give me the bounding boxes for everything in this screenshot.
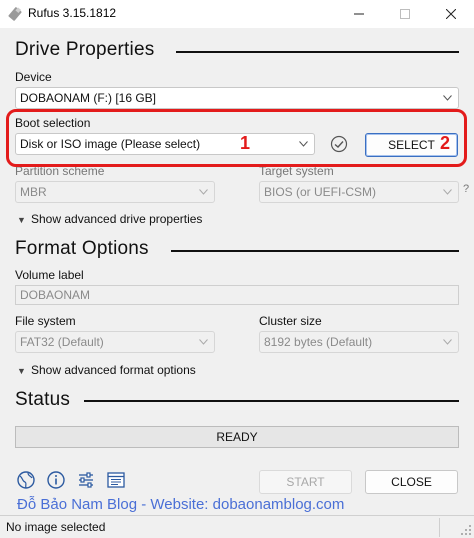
advanced-drive-properties-label: Show advanced drive properties [31,212,203,226]
close-icon [446,9,456,19]
minimize-button[interactable] [336,0,382,28]
volume-label-label: Volume label [15,268,84,282]
chevron-down-icon: ▼ [17,215,26,225]
info-icon[interactable] [46,470,66,490]
log-icon[interactable] [106,470,126,490]
advanced-drive-properties-toggle[interactable]: ▼ Show advanced drive properties [17,212,202,226]
cluster-size-dropdown[interactable]: 8192 bytes (Default) [259,331,459,353]
volume-label-field[interactable]: DOBAONAM [15,285,459,305]
cluster-size-value: 8192 bytes (Default) [264,335,373,349]
partition-scheme-dropdown[interactable]: MBR [15,181,215,203]
device-value: DOBAONAM (F:) [16 GB] [20,91,157,105]
close-button[interactable]: CLOSE [365,470,458,494]
watermark-text: Đỗ Bảo Nam Blog - Website: dobaonamblog.… [17,496,345,513]
status-progress-bar: READY [15,426,459,448]
device-label: Device [15,70,52,84]
advanced-format-options-label: Show advanced format options [31,363,196,377]
target-system-value: BIOS (or UEFI-CSM) [264,185,377,199]
format-options-heading: Format Options [15,238,149,259]
title-bar: Rufus 3.15.1812 [0,0,474,28]
partition-scheme-value: MBR [20,185,47,199]
chevron-down-icon [199,339,208,345]
chevron-down-icon [199,189,208,195]
drive-properties-heading: Drive Properties [15,39,155,60]
section-divider [171,250,459,252]
status-bar-text: No image selected [6,520,106,534]
device-dropdown[interactable]: DOBAONAM (F:) [16 GB] [15,87,459,109]
status-heading: Status [15,389,71,410]
settings-sliders-icon[interactable] [76,470,96,490]
section-divider [176,51,459,53]
target-system-help[interactable]: ? [463,183,469,195]
minimize-icon [354,13,364,15]
status-bar: No image selected [0,515,474,538]
window-title: Rufus 3.15.1812 [28,6,117,20]
target-system-dropdown[interactable]: BIOS (or UEFI-CSM) [259,181,459,203]
file-system-value: FAT32 (Default) [20,335,104,349]
close-window-button[interactable] [428,0,474,28]
annotation-marker-2: 2 [440,133,451,153]
cluster-size-label: Cluster size [259,314,322,328]
maximize-icon [400,9,410,19]
chevron-down-icon [443,95,452,101]
maximize-button[interactable] [382,0,428,28]
section-divider [84,400,459,402]
start-button[interactable]: START [259,470,352,494]
usb-drive-icon [8,7,22,21]
advanced-format-options-toggle[interactable]: ▼ Show advanced format options [17,363,196,377]
chevron-down-icon [443,339,452,345]
annotation-marker-1: 1 [240,133,251,153]
globe-icon[interactable] [16,470,36,490]
file-system-label: File system [15,314,76,328]
resize-grip-icon[interactable] [460,524,472,536]
file-system-dropdown[interactable]: FAT32 (Default) [15,331,215,353]
chevron-down-icon: ▼ [17,366,26,376]
annotation-highlight [6,109,467,167]
chevron-down-icon [443,189,452,195]
status-bar-separator [439,518,440,537]
